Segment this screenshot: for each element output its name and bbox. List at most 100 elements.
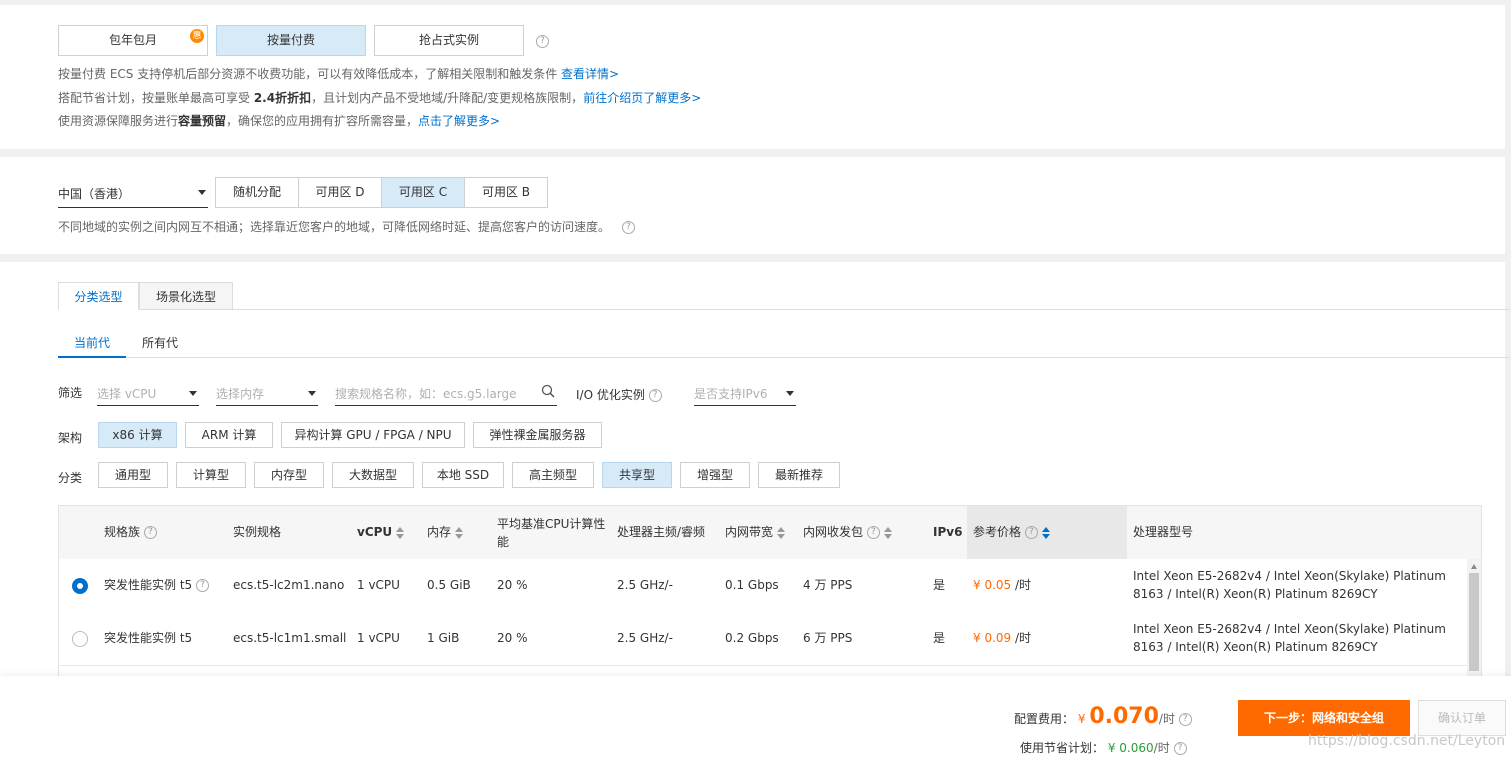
category-label: 分类: [58, 471, 83, 485]
category-general-button[interactable]: 通用型: [98, 462, 168, 488]
table-row[interactable]: 突发性能实例 t5 ecs.t5-lc1m1.small 1 vCPU 1 Gi…: [59, 612, 1467, 666]
region-select[interactable]: 中国（香港）: [58, 177, 208, 208]
billing-subscription-button[interactable]: 包年包月 惠: [58, 25, 208, 56]
table-row[interactable]: 突发性能实例 t5 ? ecs.t5-lc2m1.nano 1 vCPU 0.5…: [59, 559, 1467, 613]
category-compute-button[interactable]: 计算型: [176, 462, 246, 488]
cell-vcpu: 1 vCPU: [357, 578, 400, 592]
tab-current-gen[interactable]: 当前代: [58, 334, 126, 358]
chip-label: ARM 计算: [201, 428, 257, 442]
arch-label: 架构: [58, 431, 83, 445]
billing-payg-button[interactable]: 按量付费: [216, 25, 366, 56]
plan-unit: /时: [1153, 741, 1170, 755]
cell-price: ¥ 0.09 /时: [973, 629, 1031, 647]
cell-ipv6: 是: [933, 578, 946, 592]
tab-label: 场景化选型: [155, 290, 216, 304]
chevron-down-icon: [198, 190, 206, 195]
header-processor: 处理器型号: [1133, 506, 1193, 559]
chevron-down-icon: [786, 391, 794, 396]
tab-all-gen[interactable]: 所有代: [126, 334, 194, 358]
savings-plan-link[interactable]: 前往介绍页了解更多>: [583, 91, 701, 105]
help-icon[interactable]: ?: [621, 221, 635, 234]
help-icon[interactable]: ?: [1024, 526, 1038, 539]
zone-random-button[interactable]: 随机分配: [215, 177, 299, 208]
zone-d-button[interactable]: 可用区 D: [298, 177, 382, 208]
price-value: ¥ 0.05: [973, 578, 1012, 592]
help-icon[interactable]: ?: [143, 526, 157, 539]
cell-pps: 4 万 PPS: [803, 578, 853, 592]
footer-bar: 配置费用： ¥ 0.070/时 ? 使用节省计划： ¥ 0.060/时 ? 下一…: [0, 676, 1511, 759]
header-ipv6: IPv6: [933, 506, 962, 559]
help-icon[interactable]: ?: [1178, 713, 1192, 726]
price-unit: /时: [1015, 578, 1032, 592]
vcpu-select[interactable]: 选择 vCPU: [97, 380, 199, 406]
arch-baremetal-button[interactable]: 弹性裸金属服务器: [473, 422, 602, 448]
sort-icon[interactable]: [396, 526, 405, 539]
category-shared-button[interactable]: 共享型: [602, 462, 672, 488]
header-text: vCPU: [357, 525, 393, 539]
fee-currency: ¥: [1077, 712, 1086, 726]
help-icon[interactable]: ?: [648, 389, 662, 402]
help-icon[interactable]: ?: [866, 526, 880, 539]
sort-icon[interactable]: [777, 526, 786, 539]
table-scrollbar[interactable]: [1467, 559, 1481, 681]
cell-processor: Intel Xeon E5-2682v4 / Intel Xeon(Skylak…: [1133, 622, 1446, 654]
arch-x86-button[interactable]: x86 计算: [98, 422, 177, 448]
ipv6-select[interactable]: 是否支持IPv6: [694, 380, 796, 406]
header-bandwidth[interactable]: 内网带宽: [725, 506, 786, 559]
price-unit: /时: [1015, 631, 1032, 645]
config-fee: 配置费用： ¥ 0.070/时 ?: [1014, 704, 1192, 729]
scrollbar-thumb[interactable]: [1469, 573, 1479, 671]
note-text: ，且计划内产品不受地域/升降配/变更规格族限制，: [311, 91, 584, 105]
button-label: 确认订单: [1437, 711, 1486, 725]
header-text: 参考价格: [973, 525, 1022, 539]
sort-icon[interactable]: [455, 526, 464, 539]
header-vcpu[interactable]: vCPU: [357, 506, 405, 559]
zone-b-button[interactable]: 可用区 B: [464, 177, 548, 208]
search-icon[interactable]: [541, 384, 555, 398]
help-icon[interactable]: ?: [195, 579, 209, 592]
confirm-order-button[interactable]: 确认订单: [1418, 700, 1506, 736]
plan-value: ¥ 0.060: [1107, 741, 1154, 755]
tab-scenario-select[interactable]: 场景化选型: [139, 282, 233, 310]
cell-vcpu: 1 vCPU: [357, 631, 400, 645]
row-radio[interactable]: [72, 631, 88, 647]
help-icon[interactable]: ?: [536, 35, 549, 48]
billing-note-3: 使用资源保障服务进行容量预留，确保您的应用拥有扩容所需容量，点击了解更多>: [58, 112, 500, 129]
region-select-value: 中国（香港）: [58, 187, 131, 201]
sort-icon[interactable]: [883, 526, 892, 539]
header-price[interactable]: 参考价格 ?: [973, 506, 1050, 559]
category-bigdata-button[interactable]: 大数据型: [332, 462, 414, 488]
fee-value: 0.070: [1089, 704, 1159, 729]
billing-spot-button[interactable]: 抢占式实例: [374, 25, 524, 56]
memory-select[interactable]: 选择内存: [216, 380, 318, 406]
tab-category-select[interactable]: 分类选型: [58, 282, 139, 310]
region-note: 不同地域的实例之间内网互不相通；选择靠近您客户的地域，可降低网络时延、提高您客户…: [58, 218, 635, 235]
billing-option-label: 按量付费: [266, 33, 315, 47]
category-recommended-button[interactable]: 最新推荐: [758, 462, 840, 488]
header-pps[interactable]: 内网收发包 ?: [803, 506, 892, 559]
chip-label: 本地 SSD: [436, 468, 490, 482]
cell-bandwidth: 0.1 Gbps: [725, 578, 779, 592]
category-localssd-button[interactable]: 本地 SSD: [422, 462, 504, 488]
header-text: 内网收发包: [803, 525, 864, 539]
help-icon[interactable]: ?: [1173, 742, 1187, 755]
sort-icon[interactable]: [1041, 526, 1050, 539]
view-details-link[interactable]: 查看详情>: [561, 67, 619, 81]
scroll-up-icon[interactable]: [1471, 564, 1477, 569]
capacity-link[interactable]: 点击了解更多>: [418, 114, 500, 128]
billing-panel: 包年包月 惠 按量付费 抢占式实例 ? 按量付费 ECS 支持停机后部分资源不收…: [0, 5, 1505, 149]
arch-arm-button[interactable]: ARM 计算: [185, 422, 273, 448]
row-radio[interactable]: [72, 578, 88, 594]
next-network-button[interactable]: 下一步：网络和安全组: [1238, 700, 1410, 736]
header-memory[interactable]: 内存: [427, 506, 464, 559]
spec-search-input[interactable]: 搜索规格名称，如：ecs.g5.large: [335, 380, 557, 406]
zone-c-button[interactable]: 可用区 C: [381, 177, 465, 208]
category-highfreq-button[interactable]: 高主频型: [512, 462, 594, 488]
category-enhanced-button[interactable]: 增强型: [680, 462, 750, 488]
zone-label: 可用区 C: [398, 185, 448, 199]
arch-heterogeneous-button[interactable]: 异构计算 GPU / FPGA / NPU: [281, 422, 465, 448]
instance-panel: 分类选型 场景化选型 当前代 所有代 筛选 选择 vCPU 选择内存 搜索规格名…: [0, 262, 1510, 682]
note-text: 按量付费 ECS 支持停机后部分资源不收费功能，可以有效降低成本，了解相关限制和…: [58, 67, 562, 81]
header-text: 内网带宽: [725, 525, 774, 539]
category-memory-button[interactable]: 内存型: [254, 462, 324, 488]
